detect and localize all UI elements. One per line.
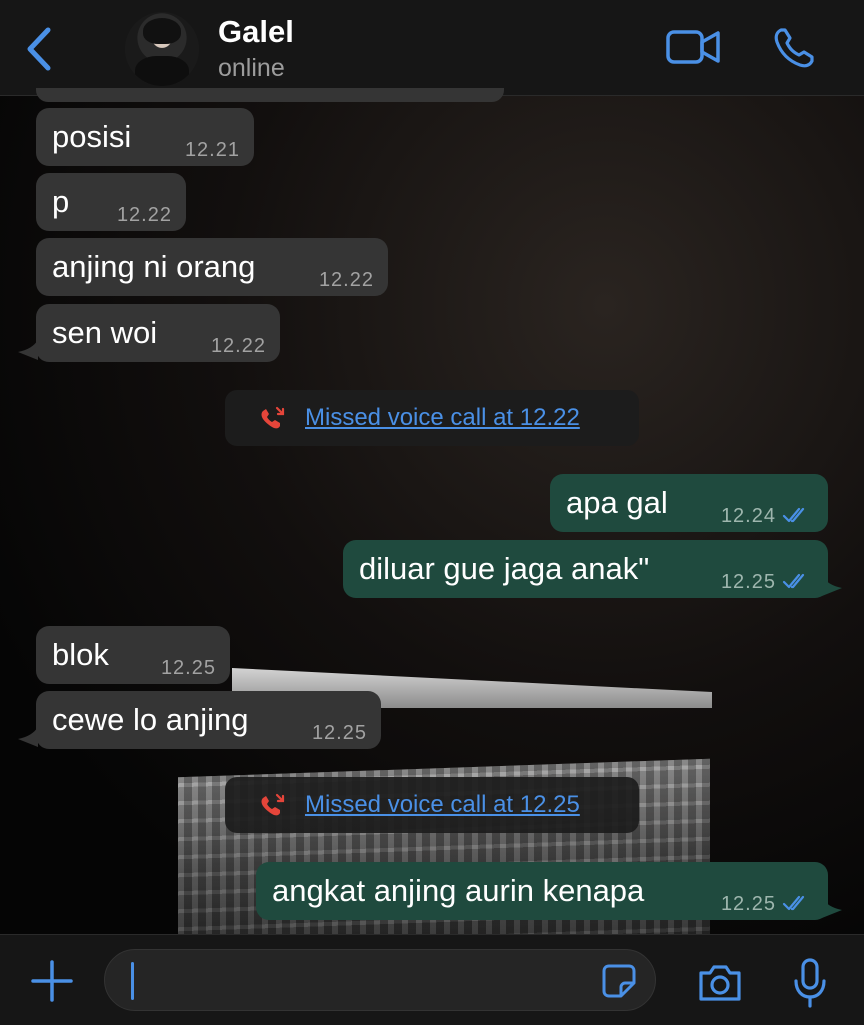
message-text: posisi bbox=[52, 119, 132, 154]
message-bubble-outgoing[interactable]: diluar gue jaga anak" 12.25 bbox=[343, 540, 828, 598]
message-text: angkat anjing aurin kenapa bbox=[272, 873, 645, 908]
chat-header: Galel online bbox=[0, 0, 864, 96]
message-text: anjing ni orang bbox=[52, 249, 256, 284]
video-camera-icon[interactable] bbox=[665, 26, 721, 68]
plus-icon[interactable] bbox=[30, 959, 74, 1003]
read-receipt-icon bbox=[782, 507, 805, 523]
message-time: 12.22 bbox=[210, 335, 266, 357]
message-text: blok bbox=[52, 637, 109, 672]
message-text: p bbox=[52, 184, 70, 219]
message-time: 12.25 bbox=[720, 571, 776, 593]
missed-call-icon bbox=[261, 793, 285, 816]
message-bubble-incoming[interactable]: blok 12.25 bbox=[36, 626, 230, 684]
bubble-tail bbox=[18, 340, 38, 360]
chevron-left-icon[interactable] bbox=[22, 26, 56, 72]
message-time: 12.25 bbox=[160, 657, 216, 679]
message-bubble-incoming[interactable]: posisi 12.21 bbox=[36, 108, 254, 166]
contact-status: online bbox=[218, 54, 285, 82]
avatar[interactable] bbox=[125, 12, 199, 86]
bubble-tail bbox=[822, 898, 842, 918]
message-bubble-incoming[interactable]: cewe lo anjing 12.25 bbox=[36, 691, 381, 749]
missed-call-notice[interactable]: Missed voice call at 12.25 bbox=[225, 777, 639, 833]
contact-name[interactable]: Galel bbox=[218, 14, 294, 50]
message-text: cewe lo anjing bbox=[52, 702, 249, 737]
message-time: 12.22 bbox=[318, 269, 374, 291]
sticker-icon[interactable] bbox=[601, 963, 637, 999]
message-text: diluar gue jaga anak" bbox=[359, 551, 650, 586]
message-bubble-outgoing[interactable]: angkat anjing aurin kenapa 12.25 bbox=[256, 862, 828, 920]
missed-call-text[interactable]: Missed voice call at 12.25 bbox=[305, 791, 580, 819]
missed-call-notice[interactable]: Missed voice call at 12.22 bbox=[225, 390, 639, 446]
message-input[interactable] bbox=[104, 949, 656, 1011]
read-receipt-icon bbox=[782, 895, 805, 911]
bubble-tail bbox=[18, 727, 38, 747]
camera-icon[interactable] bbox=[697, 963, 743, 1003]
bubble-tail bbox=[822, 576, 842, 596]
missed-call-icon bbox=[261, 406, 285, 429]
message-time: 12.25 bbox=[720, 893, 776, 915]
message-bubble-outgoing[interactable]: apa gal 12.24 bbox=[550, 474, 828, 532]
message-composer bbox=[0, 934, 864, 1025]
read-receipt-icon bbox=[782, 573, 805, 589]
message-time: 12.24 bbox=[720, 505, 776, 527]
text-cursor bbox=[131, 962, 134, 1000]
message-bubble-incoming[interactable]: sen woi 12.22 bbox=[36, 304, 280, 362]
message-time: 12.25 bbox=[311, 722, 367, 744]
message-time: 12.22 bbox=[116, 204, 172, 226]
message-time: 12.21 bbox=[184, 139, 240, 161]
message-bubble-incoming[interactable]: p 12.22 bbox=[36, 173, 186, 231]
microphone-icon[interactable] bbox=[792, 957, 828, 1009]
phone-icon[interactable] bbox=[772, 26, 816, 70]
message-bubble-incoming[interactable]: anjing ni orang 12.22 bbox=[36, 238, 388, 296]
message-text: apa gal bbox=[566, 485, 668, 520]
message-bubble-partial[interactable] bbox=[36, 88, 504, 102]
message-text: sen woi bbox=[52, 315, 158, 350]
missed-call-text[interactable]: Missed voice call at 12.22 bbox=[305, 404, 580, 432]
